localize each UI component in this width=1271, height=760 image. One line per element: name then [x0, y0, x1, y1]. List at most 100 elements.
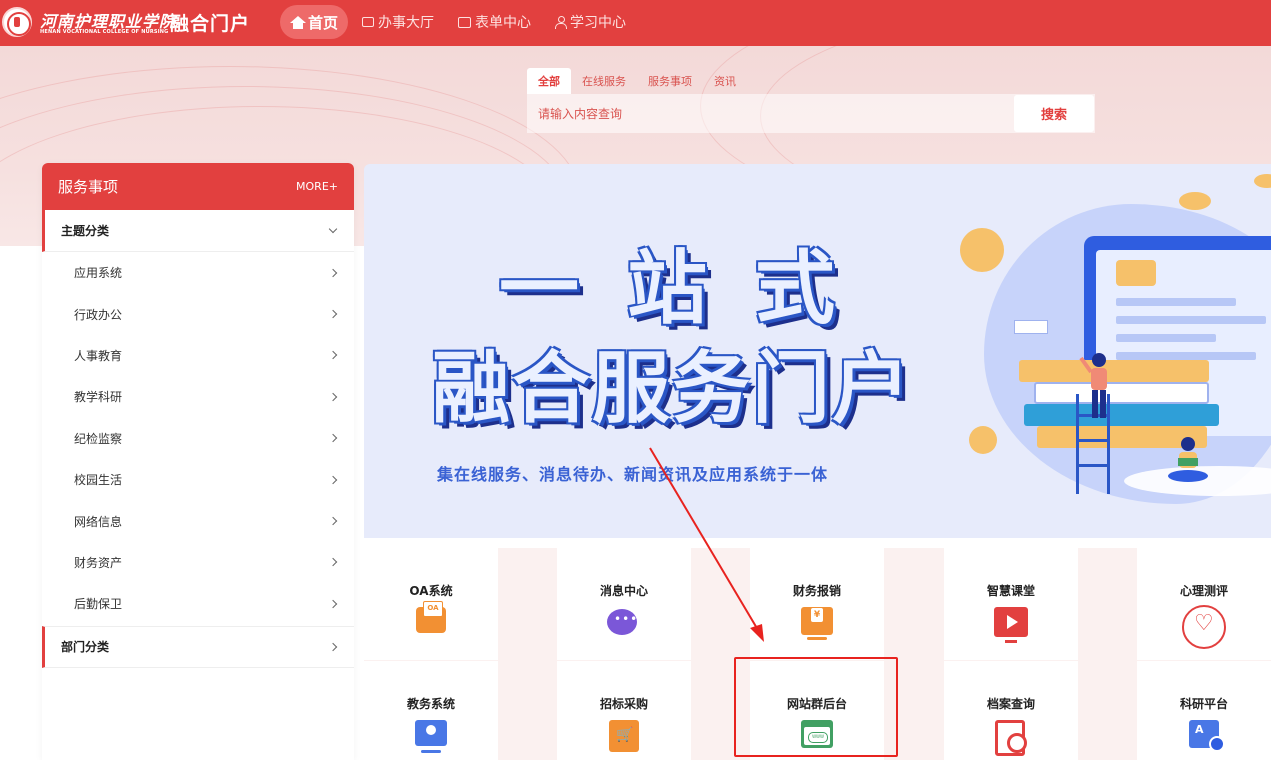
search-tabs: 全部 在线服务 服务事项 资讯 [527, 68, 747, 94]
sidebar-item-discipline-inspection[interactable]: 纪检监察 [42, 418, 354, 459]
sidebar-item-logistics-security[interactable]: 后勤保卫 [42, 583, 354, 624]
academic-icon [415, 720, 447, 753]
app-archive-query[interactable]: 档案查询 [944, 661, 1078, 760]
search-tab-service-items[interactable]: 服务事项 [637, 68, 703, 94]
sidebar-item-admin-office[interactable]: 行政办公 [42, 293, 354, 334]
chevron-right-icon [328, 268, 338, 277]
app-label: 消息中心 [599, 584, 648, 598]
banner-subtitle: 集在线服务、消息待办、新闻资讯及应用系统于一体 [437, 465, 829, 484]
chevron-right-icon [328, 351, 338, 360]
chevron-right-icon [328, 599, 338, 609]
app-label: OA系统 [409, 584, 453, 598]
app-label: 教务系统 [406, 697, 455, 711]
chevron-right-icon [328, 475, 338, 484]
user-icon [555, 16, 568, 29]
service-sidebar: 服务事项 MORE+ 主题分类 应用系统 行政办公 人事教育 教学科研 纪检监察… [42, 163, 354, 760]
decor-dot [1254, 174, 1271, 188]
sidebar-item-label: 网络信息 [74, 514, 123, 529]
nav-learning-center[interactable]: 学习中心 [545, 5, 636, 39]
nav-home-label: 首页 [308, 13, 339, 32]
hero-banner[interactable]: 一站式 融合服务门户 集在线服务、消息待办、新闻资讯及应用系统于一体 [364, 164, 1271, 538]
sidebar-header: 服务事项 MORE+ [42, 163, 354, 210]
decor-dot [1179, 192, 1211, 210]
home-icon [290, 16, 306, 29]
school-name-en: HENAN VOCATIONAL COLLEGE OF NURSING [40, 29, 169, 35]
app-label: 科研平台 [1179, 697, 1228, 711]
nav-home[interactable]: 首页 [280, 5, 349, 39]
main-nav: 首页 办事大厅 表单中心 学习中心 [280, 5, 640, 39]
app-message-center[interactable]: 消息中心 [557, 548, 691, 660]
app-oa-system[interactable]: OA系统 [364, 548, 498, 660]
top-navbar: 河南护理职业学院 HENAN VOCATIONAL COLLEGE OF NUR… [0, 0, 1271, 46]
app-bidding-procurement[interactable]: 招标采购 [557, 661, 691, 760]
sidebar-item-campus-life[interactable]: 校园生活 [42, 459, 354, 500]
chevron-right-icon [328, 558, 338, 567]
sidebar-item-hr-education[interactable]: 人事教育 [42, 335, 354, 376]
app-label: 档案查询 [986, 697, 1035, 711]
category-department[interactable]: 部门分类 [42, 625, 354, 668]
app-label: 心理测评 [1179, 584, 1228, 598]
finance-icon [801, 607, 833, 640]
hall-icon [362, 17, 375, 27]
sidebar-item-label: 校园生活 [74, 473, 123, 488]
sidebar-title: 服务事项 [58, 178, 119, 196]
oa-icon [416, 601, 446, 633]
heart-icon [1182, 605, 1226, 649]
form-icon [458, 16, 472, 28]
app-academic-system[interactable]: 教务系统 [364, 661, 498, 760]
chevron-down-icon [328, 224, 338, 233]
more-link[interactable]: MORE+ [296, 180, 338, 193]
search-button[interactable]: 搜索 [1014, 95, 1094, 132]
chevron-right-icon [328, 434, 338, 443]
app-finance-reimbursement[interactable]: 财务报销 [750, 548, 884, 660]
sidebar-item-label: 应用系统 [74, 266, 123, 281]
app-label: 财务报销 [792, 584, 841, 598]
sidebar-item-finance-assets[interactable]: 财务资产 [42, 542, 354, 583]
archive-search-icon [993, 720, 1029, 756]
reader-illustration [1168, 437, 1208, 482]
nav-form-center-label: 表单中心 [475, 15, 532, 31]
video-icon [994, 607, 1028, 643]
flag-illustration [1014, 320, 1048, 334]
app-psych-assessment[interactable]: 心理测评 [1137, 548, 1271, 660]
sidebar-item-teaching-research[interactable]: 教学科研 [42, 376, 354, 417]
message-icon [607, 607, 641, 641]
search-input[interactable] [527, 94, 1013, 133]
research-icon [1189, 720, 1225, 752]
category-department-label: 部门分类 [61, 640, 110, 655]
nav-form-center[interactable]: 表单中心 [448, 5, 541, 39]
portal-title: 融合门户 [170, 13, 251, 35]
speaker-icon [1116, 260, 1156, 286]
search-box [527, 94, 1095, 133]
annotation-highlight-box [734, 657, 898, 757]
category-topic-label: 主题分类 [61, 224, 110, 238]
sidebar-item-label: 后勤保卫 [74, 597, 123, 612]
app-label: 智慧课堂 [986, 584, 1035, 598]
school-seal-logo[interactable] [2, 7, 32, 37]
decor-dot [969, 426, 997, 454]
chevron-right-icon [328, 516, 338, 526]
chevron-right-icon [328, 642, 338, 651]
search-tab-online-service[interactable]: 在线服务 [571, 68, 637, 94]
app-label: 招标采购 [599, 697, 648, 711]
sidebar-item-label: 财务资产 [74, 555, 123, 570]
sidebar-item-label: 人事教育 [74, 348, 123, 363]
sidebar-item-label: 教学科研 [74, 390, 123, 405]
search-tab-all[interactable]: 全部 [527, 68, 571, 94]
chevron-right-icon [328, 392, 338, 402]
banner-headline-2: 融合服务门户 [432, 344, 913, 434]
cart-icon [609, 720, 639, 752]
nav-learning-center-label: 学习中心 [570, 15, 627, 31]
app-research-platform[interactable]: 科研平台 [1137, 661, 1271, 760]
decor-dot [960, 228, 1004, 272]
nav-service-hall-label: 办事大厅 [378, 15, 435, 31]
banner-headline-1: 一站式 [499, 242, 883, 335]
sidebar-item-network-info[interactable]: 网络信息 [42, 500, 354, 541]
search-tab-news[interactable]: 资讯 [703, 68, 747, 94]
app-smart-classroom[interactable]: 智慧课堂 [944, 548, 1078, 660]
sidebar-item-label: 行政办公 [74, 307, 123, 322]
chevron-right-icon [328, 309, 338, 319]
nav-service-hall[interactable]: 办事大厅 [352, 5, 444, 39]
category-topic[interactable]: 主题分类 [42, 210, 354, 252]
sidebar-item-app-systems[interactable]: 应用系统 [42, 252, 354, 293]
